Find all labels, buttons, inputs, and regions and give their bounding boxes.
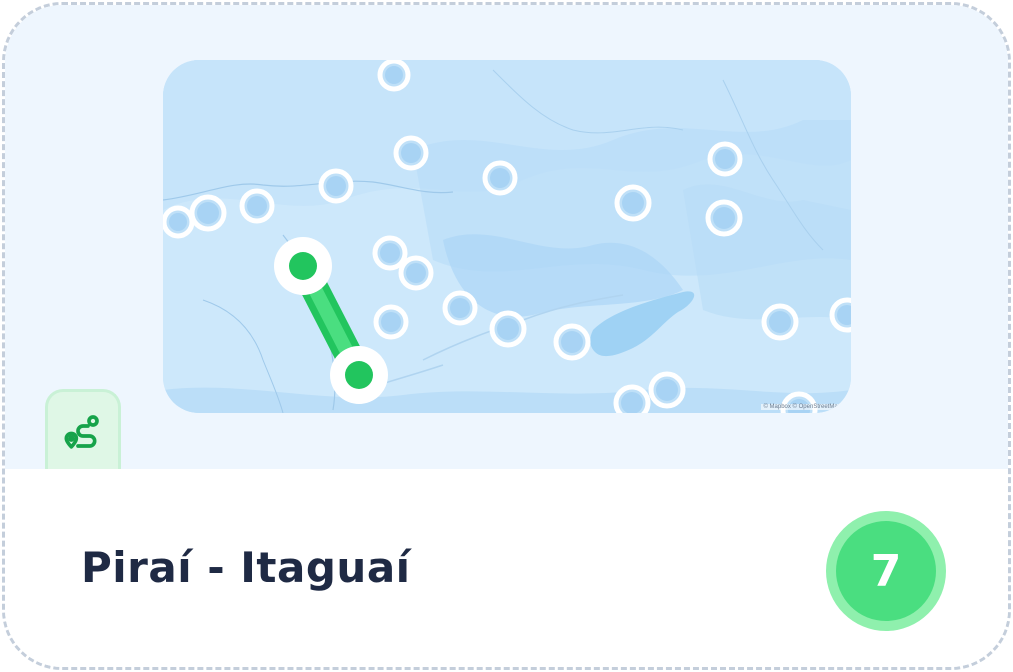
route-type-badge	[45, 389, 121, 473]
route-end-pin	[330, 346, 388, 404]
route-start-pin	[274, 237, 332, 295]
route-title[interactable]: Piraí - Itaguaí	[81, 543, 411, 592]
stop-count-badge: 7	[826, 511, 946, 631]
map-area: © Mapbox © OpenStreetMap	[5, 5, 1008, 473]
map-canvas	[163, 60, 851, 413]
stop-count: 7	[836, 521, 936, 621]
route-icon	[63, 411, 103, 455]
route-card[interactable]: © Mapbox © OpenStreetMap Piraí - Itaguaí…	[2, 2, 1011, 670]
route-map[interactable]: © Mapbox © OpenStreetMap	[163, 60, 851, 413]
map-attribution[interactable]: © Mapbox © OpenStreetMap	[761, 404, 843, 410]
